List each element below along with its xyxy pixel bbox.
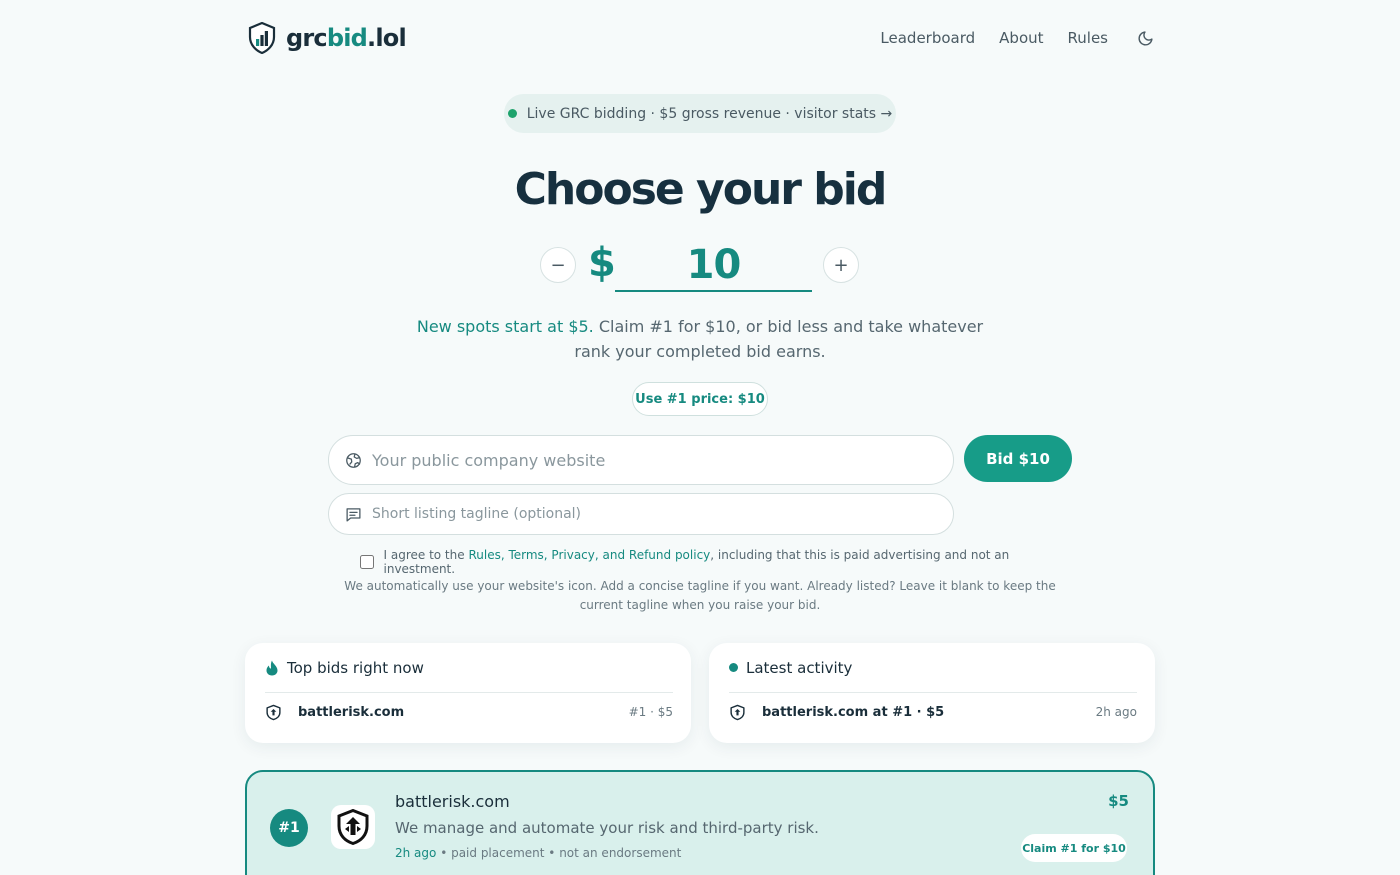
activity-time: 2h ago (1095, 705, 1137, 719)
main-nav: Leaderboard About Rules (880, 27, 1156, 49)
listing-logo (331, 805, 375, 849)
website-field[interactable] (328, 435, 954, 485)
listing-time: 2h ago (395, 846, 437, 860)
submit-bid-button[interactable]: Bid $10 (964, 435, 1072, 482)
terms-checkbox[interactable] (360, 555, 374, 569)
page-title: Choose your bid (514, 164, 888, 215)
bid-stepper: − $ + (540, 240, 860, 296)
site-favicon-icon (730, 704, 745, 720)
page: grcbid.lol Leaderboard About Rules Live … (0, 0, 1400, 875)
nav-leaderboard[interactable]: Leaderboard (880, 29, 975, 47)
form-help-note: We automatically use your website's icon… (344, 579, 1056, 612)
listing-name[interactable]: battlerisk.com (395, 792, 510, 811)
site-favicon-icon (266, 704, 281, 720)
latest-activity-card: Latest activity battlerisk.com at #1 · $… (709, 643, 1155, 743)
top-bid-site: battlerisk.com (298, 704, 405, 720)
activity-dot-icon (729, 663, 738, 672)
battlerisk-shield-icon (337, 809, 369, 845)
site-header: grcbid.lol Leaderboard About Rules (248, 20, 1156, 56)
claim-top-spot-button[interactable]: Claim #1 for $10 (1021, 834, 1127, 862)
tagline-field[interactable] (328, 493, 954, 535)
list-item[interactable]: battlerisk.com #1 · $5 (265, 693, 673, 731)
latest-activity-header: Latest activity (729, 643, 1137, 693)
brand-name: grcbid.lol (286, 24, 407, 52)
tagline-input[interactable] (372, 506, 932, 522)
currency-symbol: $ (588, 240, 616, 286)
rank-badge: #1 (270, 809, 308, 847)
listing-price: $5 (1108, 792, 1129, 810)
pricing-description: New spots start at $5. Claim #1 for $10,… (416, 317, 984, 361)
use-top-price-button[interactable]: Use #1 price: $10 (632, 382, 768, 416)
latest-activity-title: Latest activity (746, 658, 853, 677)
bid-amount-input[interactable] (615, 240, 812, 292)
live-dot-icon (507, 109, 517, 118)
decrease-bid-button[interactable]: − (540, 247, 576, 283)
top-bids-header: Top bids right now (265, 643, 673, 693)
website-input[interactable] (372, 450, 932, 470)
increase-bid-button[interactable]: + (823, 247, 859, 283)
top-bids-card: Top bids right now battlerisk.com #1 · $… (245, 643, 691, 743)
nav-rules[interactable]: Rules (1068, 29, 1108, 47)
globe-icon (346, 452, 361, 468)
leaderboard-listing[interactable]: #1 battlerisk.com We manage and automate… (245, 770, 1155, 875)
listing-tagline: We manage and automate your risk and thi… (395, 819, 819, 837)
terms-agreement: I agree to the Rules, Terms, Privacy, an… (360, 548, 1060, 576)
top-bids-title: Top bids right now (287, 658, 424, 677)
list-item[interactable]: battlerisk.com at #1 · $5 2h ago (729, 693, 1137, 731)
activity-text: battlerisk.com at #1 · $5 (762, 704, 945, 720)
shield-chart-logo-icon (248, 22, 276, 54)
live-status-text: Live GRC bidding · $5 gross revenue · vi… (526, 105, 893, 122)
live-status-pill[interactable]: Live GRC bidding · $5 gross revenue · vi… (504, 94, 896, 133)
terms-text: I agree to the Rules, Terms, Privacy, an… (383, 548, 1010, 576)
message-icon (346, 507, 361, 522)
brand[interactable]: grcbid.lol (248, 22, 407, 54)
flame-icon (266, 660, 278, 675)
terms-link[interactable]: Rules, Terms, Privacy, and Refund policy (468, 548, 710, 562)
moon-icon (1138, 30, 1153, 45)
listing-meta: 2h ago • paid placement • not an endorse… (395, 846, 682, 860)
top-bid-rank-price: #1 · $5 (628, 705, 673, 719)
dark-mode-toggle[interactable] (1134, 27, 1156, 49)
nav-about[interactable]: About (999, 29, 1043, 47)
